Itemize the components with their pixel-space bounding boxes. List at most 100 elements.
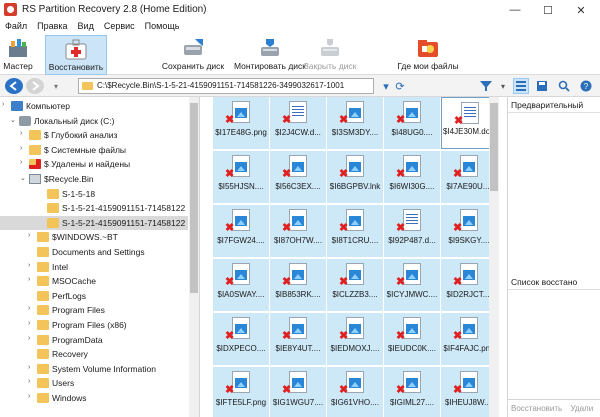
tree-item[interactable]: › Intel bbox=[0, 260, 188, 274]
tree-item[interactable]: › System Volume Information bbox=[0, 362, 188, 376]
menu-file[interactable]: Файл bbox=[0, 20, 32, 35]
history-dropdown-icon[interactable]: ▾ bbox=[48, 78, 64, 94]
tree-item[interactable]: › $ Системные файлы bbox=[0, 143, 188, 157]
filter-dropdown-icon[interactable]: ▾ bbox=[495, 78, 511, 94]
save-icon[interactable] bbox=[534, 78, 550, 94]
expand-chevron-icon[interactable]: › bbox=[28, 364, 36, 374]
file-tile[interactable]: ✖ $IEDMOXJ.... bbox=[327, 313, 383, 365]
tree-item[interactable]: › Windows bbox=[0, 391, 188, 405]
where-my-files-button[interactable]: Где мои файлы bbox=[392, 35, 464, 75]
file-tile[interactable]: ✖ $IA0SWAY.... bbox=[213, 259, 269, 311]
file-tile[interactable]: ✖ $I3SM3DY.... bbox=[327, 97, 383, 149]
file-tile[interactable]: ✖ $I7FGW24.... bbox=[213, 205, 269, 257]
file-tile[interactable]: ✖ $I87OH7W.... bbox=[270, 205, 326, 257]
tree-item[interactable]: S-1-5-21-4159091151-71458122 bbox=[0, 201, 188, 215]
delete-list-button[interactable]: Удали bbox=[570, 404, 593, 413]
maximize-button[interactable]: ☐ bbox=[533, 0, 563, 20]
expand-chevron-icon[interactable]: › bbox=[20, 145, 28, 155]
collapse-chevron-icon[interactable]: ⌄ bbox=[10, 116, 18, 126]
file-tile[interactable]: ✖ $I6WI30G.... bbox=[384, 151, 440, 203]
file-grid-scrollbar-thumb[interactable] bbox=[490, 103, 498, 191]
file-tile[interactable]: ✖ $IFTE5LF.png bbox=[213, 367, 269, 417]
deleted-mark-icon: ✖ bbox=[282, 114, 292, 126]
mount-disk-button[interactable]: Монтировать диск bbox=[231, 35, 309, 75]
file-tile[interactable]: ✖ $I2J4CW.d... bbox=[270, 97, 326, 149]
expand-chevron-icon[interactable]: › bbox=[28, 232, 36, 242]
file-tile[interactable]: ✖ $IDXPECO.... bbox=[213, 313, 269, 365]
minimize-button[interactable]: — bbox=[500, 0, 530, 20]
expand-chevron-icon[interactable]: › bbox=[28, 378, 36, 388]
tree-item[interactable]: › Program Files bbox=[0, 303, 188, 317]
file-tile[interactable]: ✖ $IEUDC0K.... bbox=[384, 313, 440, 365]
filter-icon[interactable] bbox=[478, 78, 494, 94]
tree-scrollbar-thumb[interactable] bbox=[190, 103, 198, 293]
help-icon[interactable]: ? bbox=[578, 78, 594, 94]
tree-item[interactable]: › Program Files (x86) bbox=[0, 318, 188, 332]
image-file-icon bbox=[346, 101, 364, 123]
file-tile[interactable]: ✖ $ICYJMWC.... bbox=[384, 259, 440, 311]
close-button[interactable]: ✕ bbox=[566, 0, 596, 20]
file-tile[interactable]: ✖ $I48UG0.... bbox=[384, 97, 440, 149]
tree-item[interactable]: S-1-5-18 bbox=[0, 187, 188, 201]
file-tile[interactable]: ✖ $I56C3EX.... bbox=[270, 151, 326, 203]
collapse-chevron-icon[interactable]: ⌄ bbox=[20, 174, 28, 184]
tree-item[interactable]: › MSOCache bbox=[0, 274, 188, 288]
tree-item[interactable]: Recovery bbox=[0, 347, 188, 361]
refresh-icon[interactable]: ⟳ bbox=[392, 78, 408, 94]
tree-item[interactable]: Documents and Settings bbox=[0, 245, 188, 259]
file-tile[interactable]: ✖ $I92P487.d... bbox=[384, 205, 440, 257]
file-name: $I3SM3DY.... bbox=[331, 128, 379, 137]
expand-chevron-icon[interactable]: › bbox=[28, 393, 36, 403]
file-tile[interactable]: ✖ $I55HJSN.... bbox=[213, 151, 269, 203]
expand-chevron-icon[interactable]: › bbox=[28, 276, 36, 286]
tree-item[interactable]: › Users bbox=[0, 376, 188, 390]
menu-view[interactable]: Вид bbox=[73, 20, 99, 35]
tree-item[interactable]: › ProgramData bbox=[0, 333, 188, 347]
search-icon[interactable] bbox=[556, 78, 572, 94]
address-bar[interactable]: C:\$Recycle.Bin\S-1-5-21-4159091151-7145… bbox=[78, 78, 374, 94]
file-tile[interactable]: ✖ $I8T1CRU.... bbox=[327, 205, 383, 257]
menu-help[interactable]: Помощь bbox=[140, 20, 185, 35]
save-disk-button[interactable]: Сохранить диск bbox=[160, 35, 226, 75]
file-tile[interactable]: ✖ $IG61VHO.... bbox=[327, 367, 383, 417]
file-tile[interactable]: ✖ $I6BGPBV.lnk bbox=[327, 151, 383, 203]
view-mode-icon[interactable] bbox=[513, 78, 529, 94]
back-button[interactable] bbox=[5, 78, 23, 94]
folder-icon bbox=[37, 305, 49, 316]
tree-item[interactable]: › $ Удалены и найдены bbox=[0, 157, 188, 171]
tree-scrollbar[interactable] bbox=[189, 97, 199, 417]
tree-item[interactable]: › $ Глубокий анализ bbox=[0, 128, 188, 142]
menu-edit[interactable]: Правка bbox=[32, 20, 72, 35]
wizard-button[interactable]: Мастер bbox=[0, 35, 36, 75]
file-tile[interactable]: ✖ $I17E48G.png bbox=[213, 97, 269, 149]
expand-chevron-icon[interactable]: › bbox=[28, 335, 36, 345]
restore-list-button[interactable]: Восстановить bbox=[511, 404, 562, 413]
tree-item[interactable]: ⌄ Локальный диск (C:) bbox=[0, 114, 188, 128]
menu-service[interactable]: Сервис bbox=[99, 20, 140, 35]
close-disk-button[interactable]: Закрыть диск bbox=[300, 35, 360, 75]
tree-item[interactable]: › Компьютер bbox=[0, 99, 188, 113]
expand-chevron-icon[interactable]: › bbox=[28, 320, 36, 330]
file-tile[interactable]: ✖ $IE8Y4UT.... bbox=[270, 313, 326, 365]
file-tile[interactable]: ✖ $IGIML27.... bbox=[384, 367, 440, 417]
expand-chevron-icon[interactable]: › bbox=[20, 159, 28, 169]
tree-item[interactable]: S-1-5-21-4159091151-71458122 bbox=[0, 215, 188, 230]
expand-chevron-icon[interactable]: › bbox=[2, 101, 10, 111]
tree-item[interactable]: ⌄ $Recycle.Bin bbox=[0, 172, 188, 186]
folder-icon bbox=[82, 82, 93, 90]
drive-icon bbox=[19, 115, 31, 126]
file-tile[interactable]: ✖ $ICLZZB3.... bbox=[327, 259, 383, 311]
file-tile[interactable]: ✖ $IB853RK.... bbox=[270, 259, 326, 311]
tree-item[interactable]: › $WINDOWS.~BT bbox=[0, 230, 188, 244]
forward-button[interactable] bbox=[26, 78, 44, 94]
tree-item-label: Recovery bbox=[52, 349, 88, 360]
file-tile[interactable]: ✖ $IG1WGU7.... bbox=[270, 367, 326, 417]
expand-chevron-icon[interactable]: › bbox=[28, 262, 36, 272]
restore-button[interactable]: Восстановить bbox=[45, 35, 107, 75]
tree-item[interactable]: PerfLogs bbox=[0, 289, 188, 303]
file-grid-scrollbar[interactable] bbox=[489, 97, 499, 417]
expand-chevron-icon[interactable]: › bbox=[20, 130, 28, 140]
expand-chevron-icon[interactable]: › bbox=[28, 305, 36, 315]
